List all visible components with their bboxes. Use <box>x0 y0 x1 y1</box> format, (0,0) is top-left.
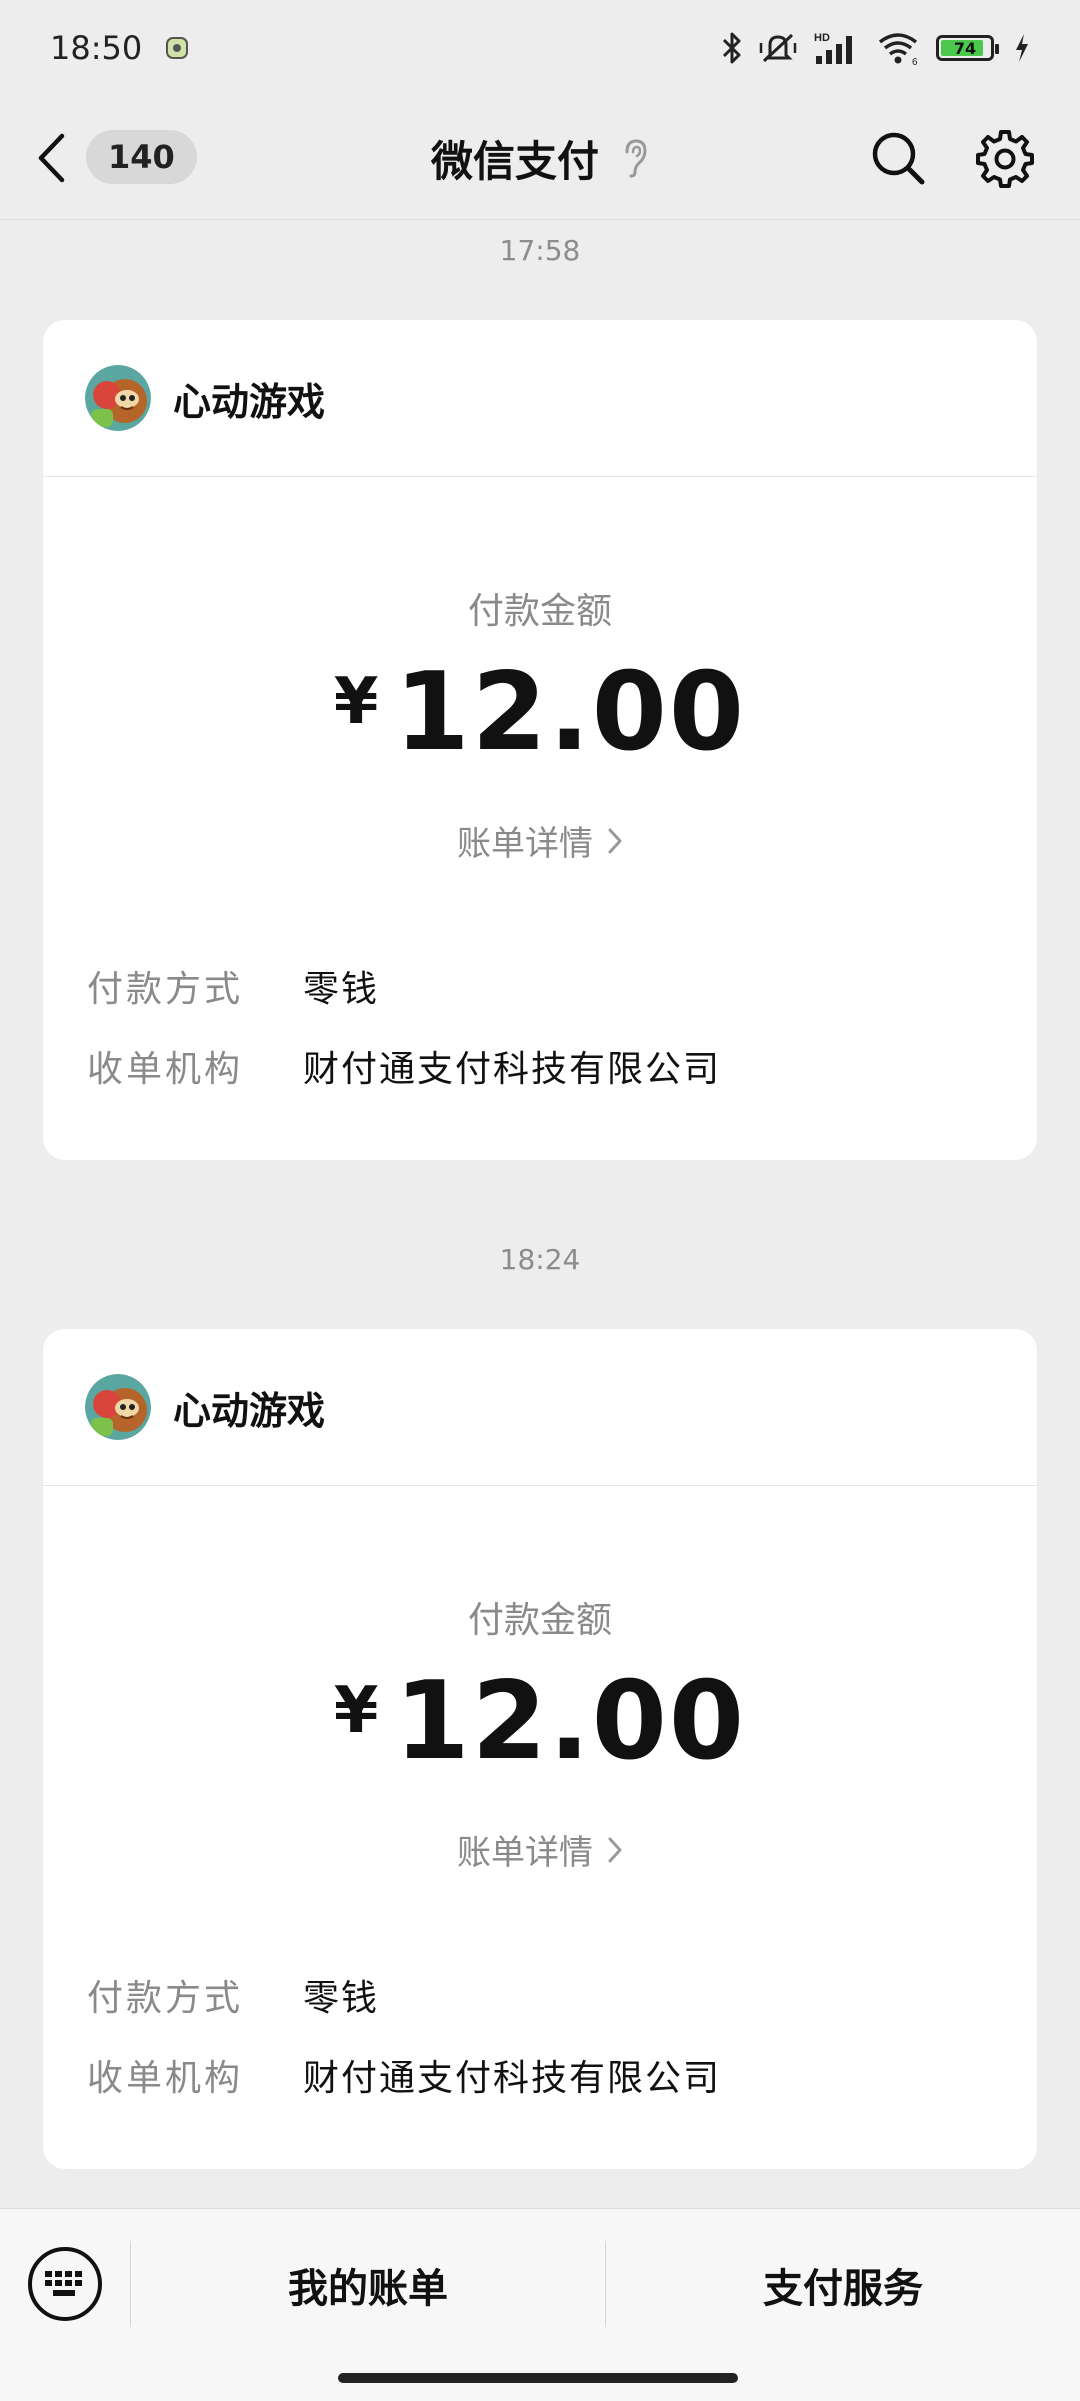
keyboard-icon <box>45 2271 82 2296</box>
bill-details-label: 账单详情 <box>457 1833 593 1873</box>
merchant-avatar[interactable] <box>85 365 151 431</box>
payment-amount: ¥12.00 <box>43 650 1037 775</box>
home-indicator[interactable] <box>338 2373 738 2383</box>
status-time: 18:50 <box>50 29 143 67</box>
keyboard-toggle-button[interactable] <box>28 2247 102 2321</box>
battery-level: 74 <box>953 38 977 58</box>
bill-details-link[interactable]: 账单详情 <box>43 816 1037 865</box>
status-bar: 18:50 HD 6 74 <box>0 0 1080 96</box>
chevron-right-icon <box>607 827 623 855</box>
unread-count-badge[interactable]: 140 <box>86 130 197 184</box>
payment-services-tab[interactable]: 支付服务 <box>606 2237 1080 2333</box>
my-bills-tab[interactable]: 我的账单 <box>131 2237 605 2333</box>
battery-icon: 74 <box>936 35 999 61</box>
search-button[interactable] <box>866 126 930 190</box>
payment-method-row: 付款方式 零钱 <box>87 960 379 1012</box>
amount-label: 付款金额 <box>467 591 612 632</box>
payment-method-label: 付款方式 <box>87 969 244 1010</box>
payment-card[interactable]: 心动游戏 付款金额 ¥12.00 账单详情 付款方式 零钱 收单机构 财付通支付… <box>43 320 1037 1160</box>
acquirer-label: 收单机构 <box>87 2058 244 2099</box>
merchant-avatar[interactable] <box>85 1374 151 1440</box>
amount-value: 12.00 <box>394 1659 747 1784</box>
currency-symbol: ¥ <box>333 665 379 739</box>
merchant-name: 心动游戏 <box>173 379 326 424</box>
acquirer-value: 财付通支付科技有限公司 <box>303 2058 722 2099</box>
back-button[interactable] <box>36 128 80 188</box>
network-type-label: HD <box>814 32 830 44</box>
acquirer-label: 收单机构 <box>87 1049 244 1090</box>
nav-bar: 140 微信支付 <box>0 96 1080 220</box>
acquirer-value: 财付通支付科技有限公司 <box>303 1049 722 1090</box>
wifi-icon: 6 <box>876 30 922 66</box>
chevron-left-icon <box>38 133 65 183</box>
card-header[interactable]: 心动游戏 <box>43 1329 1037 1486</box>
payment-method-value: 零钱 <box>303 969 380 1010</box>
svg-text:6: 6 <box>912 57 918 66</box>
ear-icon <box>621 138 649 178</box>
payment-method-label: 付款方式 <box>87 1978 244 2019</box>
amount-value: 12.00 <box>394 650 747 775</box>
card-header[interactable]: 心动游戏 <box>43 320 1037 477</box>
mute-vibrate-icon <box>758 31 798 65</box>
payment-amount: ¥12.00 <box>43 1659 1037 1784</box>
payment-method-value: 零钱 <box>303 1978 380 2019</box>
search-icon <box>872 132 925 185</box>
acquirer-row: 收单机构 财付通支付科技有限公司 <box>87 2049 721 2101</box>
page-title: 微信支付 <box>430 136 599 186</box>
merchant-name: 心动游戏 <box>173 1388 326 1433</box>
message-timestamp: 17:58 <box>499 234 581 267</box>
gear-icon <box>976 130 1034 188</box>
message-timestamp: 18:24 <box>499 1243 581 1276</box>
payment-card[interactable]: 心动游戏 付款金额 ¥12.00 账单详情 付款方式 零钱 收单机构 财付通支付… <box>43 1329 1037 2169</box>
amount-label: 付款金额 <box>467 1600 612 1641</box>
bluetooth-icon <box>720 31 744 65</box>
payment-method-row: 付款方式 零钱 <box>87 1969 379 2021</box>
charging-icon <box>1014 33 1030 63</box>
cellular-signal-icon: HD <box>812 30 862 66</box>
app-notification-icon <box>164 35 190 61</box>
bill-details-link[interactable]: 账单详情 <box>43 1825 1037 1874</box>
settings-button[interactable] <box>970 124 1040 194</box>
acquirer-row: 收单机构 财付通支付科技有限公司 <box>87 1040 721 1092</box>
currency-symbol: ¥ <box>333 1674 379 1748</box>
bill-details-label: 账单详情 <box>457 824 593 864</box>
chevron-right-icon <box>607 1836 623 1864</box>
